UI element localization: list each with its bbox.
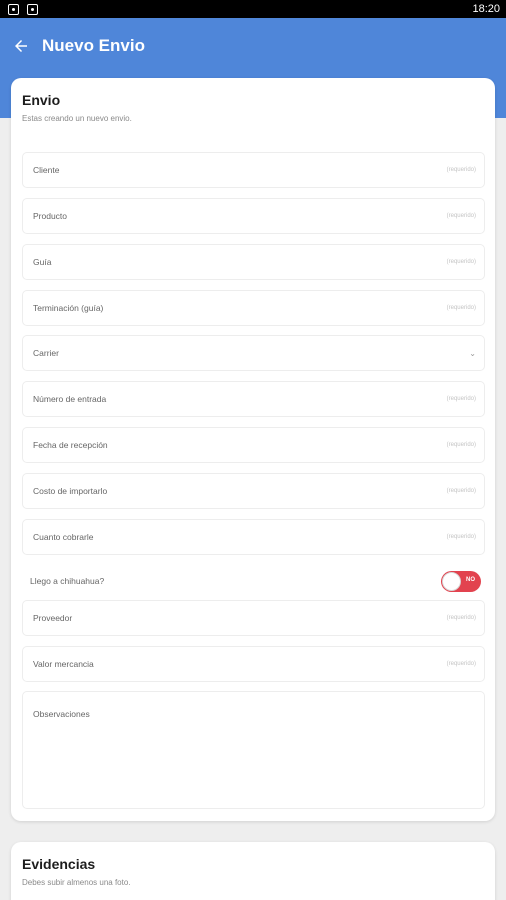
observaciones-textarea[interactable]: Observaciones: [22, 691, 485, 809]
numero-entrada-field[interactable]: Número de entrada (requerido): [22, 381, 485, 417]
field-hint: (requerido): [446, 488, 476, 494]
cuanto-cobrarle-field[interactable]: Cuanto cobrarle (requerido): [22, 519, 485, 555]
toggle-knob: [442, 571, 461, 591]
field-hint: (requerido): [446, 305, 476, 311]
guia-field[interactable]: Guía (requerido): [22, 244, 485, 280]
evidencias-card: Evidencias Debes subir almenos una foto.: [11, 842, 495, 900]
evidencias-subtitle: Debes subir almenos una foto.: [22, 878, 131, 887]
status-bar: 18:20: [0, 0, 506, 18]
status-time: 18:20: [472, 3, 500, 15]
envio-title: Envio: [22, 92, 61, 108]
field-hint: (requerido): [446, 442, 476, 448]
envio-subtitle: Estas creando un nuevo envio.: [22, 114, 132, 123]
chevron-down-icon: ⌄: [469, 348, 476, 358]
field-label: Número de entrada: [33, 394, 107, 404]
proveedor-field[interactable]: Proveedor (requerido): [22, 600, 485, 636]
field-label: Proveedor: [33, 613, 73, 623]
textarea-label: Observaciones: [33, 709, 90, 719]
field-label: Fecha de recepción: [33, 440, 108, 450]
costo-importarlo-field[interactable]: Costo de importarlo (requerido): [22, 473, 485, 509]
terminacion-field[interactable]: Terminación (guía) (requerido): [22, 290, 485, 326]
field-label: Terminación (guía): [33, 303, 104, 313]
llego-chihuahua-row: Llego a chihuahua? NO: [22, 568, 485, 594]
field-label: Cuanto cobrarle: [33, 532, 94, 542]
field-label: Valor mercancia: [33, 659, 94, 669]
producto-field[interactable]: Producto (requerido): [22, 198, 485, 234]
field-hint: (requerido): [446, 615, 476, 621]
field-label: Carrier: [33, 348, 59, 358]
page-title: Nuevo Envio: [42, 36, 145, 55]
carrier-select[interactable]: Carrier ⌄: [22, 335, 485, 371]
status-icons: [8, 3, 38, 15]
fecha-recepcion-field[interactable]: Fecha de recepción (requerido): [22, 427, 485, 463]
cliente-field[interactable]: Cliente (requerido): [22, 152, 485, 188]
toggle-state-text: NO: [466, 576, 475, 583]
field-hint: (requerido): [446, 534, 476, 540]
field-label: Costo de importarlo: [33, 486, 108, 496]
valor-mercancia-field[interactable]: Valor mercancia (requerido): [22, 646, 485, 682]
toggle-label: Llego a chihuahua?: [30, 576, 105, 586]
back-arrow-icon[interactable]: [12, 37, 30, 55]
field-hint: (requerido): [446, 661, 476, 667]
field-hint: (requerido): [446, 167, 476, 173]
evidencias-title: Evidencias: [22, 856, 96, 872]
field-label: Cliente: [33, 165, 60, 175]
field-hint: (requerido): [446, 213, 476, 219]
llego-chihuahua-toggle[interactable]: NO: [441, 570, 481, 592]
field-hint: (requerido): [446, 396, 476, 402]
envio-card: Envio Estas creando un nuevo envio. Clie…: [11, 78, 495, 821]
field-label: Producto: [33, 211, 68, 221]
download-icon: [27, 3, 38, 15]
field-label: Guía: [33, 257, 52, 267]
field-hint: (requerido): [446, 259, 476, 265]
notification-icon: [8, 3, 19, 15]
